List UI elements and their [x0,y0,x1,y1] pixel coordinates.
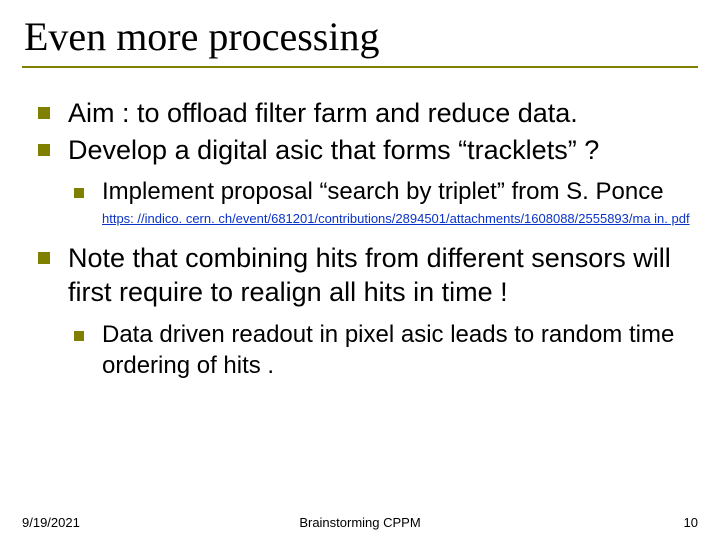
slide: Even more processing Aim : to offload fi… [0,0,720,540]
footer-center: Brainstorming CPPM [22,515,698,530]
slide-title: Even more processing [22,14,698,68]
slide-footer: 9/19/2021 Brainstorming CPPM 10 [22,515,698,530]
bullet-text: Aim : to offload filter farm and reduce … [68,98,578,128]
sub-bullet-item: Data driven readout in pixel asic leads … [68,320,694,381]
sub-bullet-list: Data driven readout in pixel asic leads … [68,320,694,381]
bullet-list: Aim : to offload filter farm and reduce … [34,96,694,381]
sub-bullet-text: Implement proposal “search by triplet” f… [102,178,664,205]
sub-bullet-text: Data driven readout in pixel asic leads … [102,321,674,379]
bullet-item: Aim : to offload filter farm and reduce … [34,96,694,131]
bullet-item: Develop a digital asic that forms “track… [34,133,694,227]
footer-page-number: 10 [684,515,698,530]
sub-bullet-item: Implement proposal “search by triplet” f… [68,177,694,227]
footer-date: 9/19/2021 [22,515,80,530]
sub-bullet-list: Implement proposal “search by triplet” f… [68,177,694,227]
reference-link[interactable]: https: //indico. cern. ch/event/681201/c… [102,212,694,227]
bullet-text: Note that combining hits from different … [68,243,671,308]
bullet-item: Note that combining hits from different … [34,241,694,382]
bullet-text: Develop a digital asic that forms “track… [68,135,599,165]
